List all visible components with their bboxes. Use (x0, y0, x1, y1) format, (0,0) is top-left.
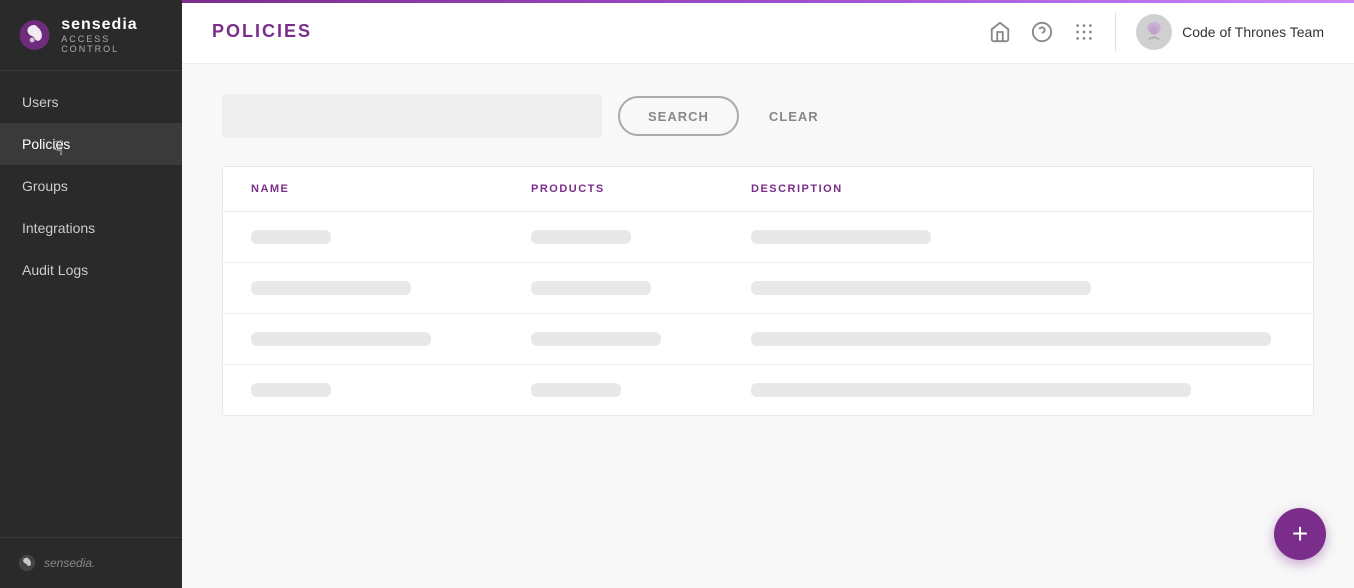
skeleton-desc-1 (751, 230, 931, 244)
sidebar-label-integrations: Integrations (22, 220, 95, 236)
topbar-divider (1115, 12, 1116, 52)
user-avatar (1136, 14, 1172, 50)
page-title: POLICIES (212, 21, 312, 42)
main-content: POLICIES (182, 0, 1354, 588)
user-section[interactable]: Code of Thrones Team (1136, 14, 1324, 50)
home-icon[interactable] (989, 21, 1011, 43)
col-header-name: NAME (251, 183, 531, 195)
skeleton-products-3 (531, 332, 661, 346)
skeleton-products-4 (531, 383, 621, 397)
sidebar-item-users[interactable]: Users (0, 81, 182, 123)
table-row[interactable] (223, 263, 1313, 314)
sidebar-item-policies[interactable]: Policies ☟ (0, 123, 182, 165)
logo-subtitle: ACCESS CONTROL (61, 34, 164, 54)
table-row[interactable] (223, 365, 1313, 415)
search-input[interactable] (222, 94, 602, 138)
skeleton-name-3 (251, 332, 431, 346)
skeleton-name-4 (251, 383, 331, 397)
logo-text: sensedia ACCESS CONTROL (61, 16, 164, 54)
col-header-description: DESCRIPTION (751, 183, 1285, 195)
skeleton-desc-2 (751, 281, 1091, 295)
policies-table: NAME PRODUCTS DESCRIPTION (222, 166, 1314, 416)
sidebar-item-integrations[interactable]: Integrations (0, 207, 182, 249)
sidebar-label-groups: Groups (22, 178, 68, 194)
help-icon[interactable] (1031, 21, 1053, 43)
user-name: Code of Thrones Team (1182, 24, 1324, 40)
add-policy-button[interactable]: + (1274, 508, 1326, 560)
sidebar-nav: Users Policies ☟ Groups Integrations Aud… (0, 71, 182, 537)
sidebar: sensedia ACCESS CONTROL Users Policies ☟… (0, 0, 182, 588)
skeleton-name-2 (251, 281, 411, 295)
topbar-right: Code of Thrones Team (989, 12, 1324, 52)
sidebar-label-policies: Policies (22, 136, 70, 152)
search-row: SEARCH CLEAR (222, 94, 1314, 138)
skeleton-desc-4 (751, 383, 1191, 397)
sidebar-label-users: Users (22, 94, 59, 110)
footer-logo-icon (18, 554, 36, 572)
footer-logo-text: sensedia. (44, 556, 95, 570)
skeleton-products-2 (531, 281, 651, 295)
logo-name: sensedia (61, 16, 164, 34)
skeleton-desc-3 (751, 332, 1271, 346)
sidebar-item-audit-logs[interactable]: Audit Logs (0, 249, 182, 291)
table-header: NAME PRODUCTS DESCRIPTION (223, 167, 1313, 212)
topbar: POLICIES (182, 0, 1354, 64)
clear-button[interactable]: CLEAR (755, 96, 833, 136)
sidebar-label-audit-logs: Audit Logs (22, 262, 88, 278)
sensedia-logo-icon (18, 17, 51, 53)
sidebar-item-groups[interactable]: Groups (0, 165, 182, 207)
table-row[interactable] (223, 314, 1313, 365)
col-header-products: PRODUCTS (531, 183, 751, 195)
skeleton-products-1 (531, 230, 631, 244)
sidebar-footer: sensedia. (0, 537, 182, 588)
sidebar-logo: sensedia ACCESS CONTROL (0, 0, 182, 71)
search-button[interactable]: SEARCH (618, 96, 739, 136)
table-row[interactable] (223, 212, 1313, 263)
skeleton-name-1 (251, 230, 331, 244)
grid-icon[interactable] (1073, 21, 1095, 43)
content-area: SEARCH CLEAR NAME PRODUCTS DESCRIPTION (182, 64, 1354, 588)
avatar-icon (1140, 18, 1168, 46)
